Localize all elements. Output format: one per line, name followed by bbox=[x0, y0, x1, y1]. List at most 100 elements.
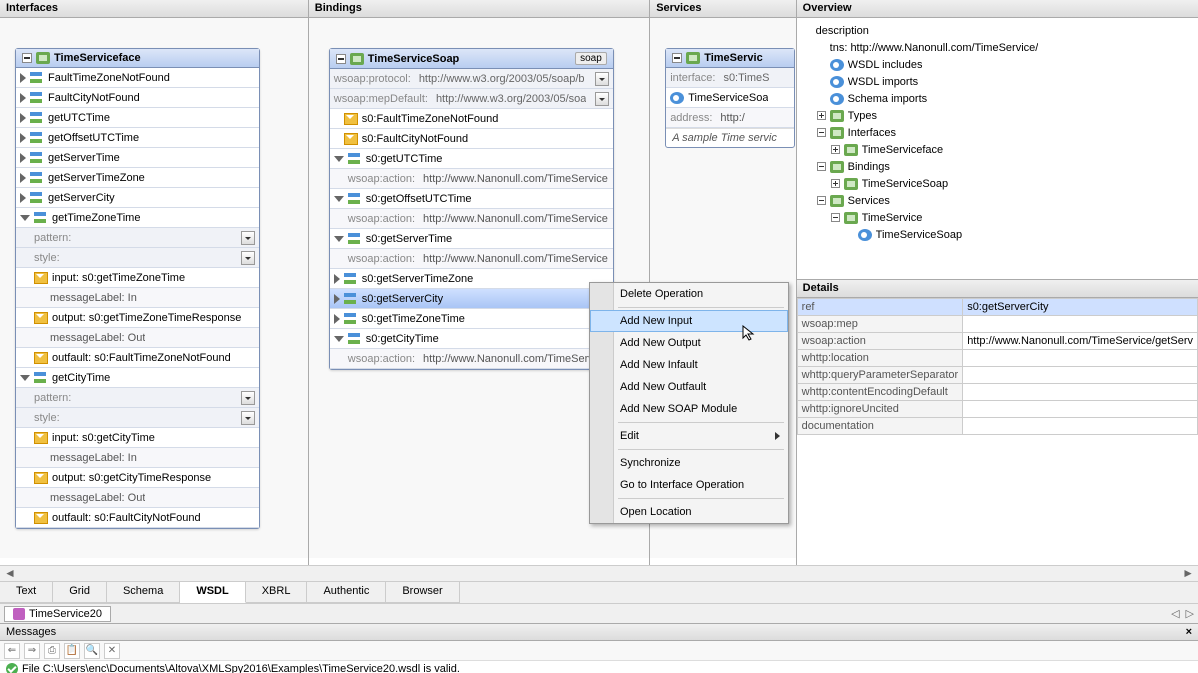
tool-button[interactable]: ⇐ bbox=[4, 643, 20, 659]
property-row[interactable]: style: bbox=[16, 248, 259, 268]
interface-operation-row[interactable]: getCityTime bbox=[16, 368, 259, 388]
details-value[interactable] bbox=[963, 316, 1198, 333]
interface-operation-row[interactable]: getServerTimeZone bbox=[16, 168, 259, 188]
tool-button[interactable]: ✕ bbox=[104, 643, 120, 659]
tree-row[interactable]: WSDL includes bbox=[803, 56, 1192, 73]
expand-icon[interactable] bbox=[20, 153, 26, 163]
interface-operation-row[interactable]: getServerCity bbox=[16, 188, 259, 208]
details-row[interactable]: whttp:ignoreUncited bbox=[797, 401, 1197, 418]
view-tab[interactable]: Authentic bbox=[307, 582, 386, 603]
details-row[interactable]: whttp:queryParameterSeparator bbox=[797, 367, 1197, 384]
menu-item[interactable]: Add New Infault bbox=[590, 354, 788, 376]
interface-operation-row[interactable]: FaultTimeZoneNotFound bbox=[16, 68, 259, 88]
details-value[interactable] bbox=[963, 350, 1198, 367]
expand-icon[interactable] bbox=[20, 73, 26, 83]
tree-toggle-icon[interactable] bbox=[831, 213, 840, 222]
details-row[interactable]: refs0:getServerCity bbox=[797, 299, 1197, 316]
expand-icon[interactable] bbox=[334, 274, 340, 284]
binding-operation-row[interactable]: s0:getCityTime bbox=[330, 329, 613, 349]
interface-operation-row[interactable]: getOffsetUTCTime bbox=[16, 128, 259, 148]
property-row[interactable]: pattern: bbox=[16, 388, 259, 408]
menu-item[interactable]: Synchronize bbox=[590, 452, 788, 474]
expand-icon[interactable] bbox=[20, 173, 26, 183]
expand-icon[interactable] bbox=[20, 375, 30, 381]
tool-button[interactable]: 📋 bbox=[64, 643, 80, 659]
binding-operation-row[interactable]: s0:getTimeZoneTime bbox=[330, 309, 613, 329]
view-tab[interactable]: XBRL bbox=[246, 582, 308, 603]
tree-row[interactable]: TimeService bbox=[803, 209, 1192, 226]
tree-toggle-icon[interactable] bbox=[817, 111, 826, 120]
tree-toggle-icon[interactable] bbox=[831, 179, 840, 188]
prev-tab-icon[interactable]: ◁ bbox=[1171, 607, 1179, 620]
dropdown-icon[interactable] bbox=[241, 231, 255, 245]
expand-icon[interactable] bbox=[334, 196, 344, 202]
binding-protocol-row[interactable]: wsoap:protocol: http://www.w3.org/2003/0… bbox=[330, 69, 613, 89]
view-tab[interactable]: Text bbox=[0, 582, 53, 603]
service-address-row[interactable]: address: http:/ bbox=[666, 108, 794, 128]
expand-icon[interactable] bbox=[334, 336, 344, 342]
collapse-icon[interactable] bbox=[672, 53, 682, 63]
expand-icon[interactable] bbox=[334, 314, 340, 324]
menu-item[interactable]: Add New Output bbox=[590, 332, 788, 354]
binding-operation-row[interactable]: s0:FaultTimeZoneNotFound bbox=[330, 109, 613, 129]
details-row[interactable]: whttp:location bbox=[797, 350, 1197, 367]
binding-operation-row[interactable]: s0:getServerTimeZone bbox=[330, 269, 613, 289]
property-row[interactable]: style: bbox=[16, 408, 259, 428]
tree-row[interactable]: Interfaces bbox=[803, 124, 1192, 141]
menu-item[interactable]: Edit bbox=[590, 425, 788, 447]
io-row[interactable]: output: s0:getCityTimeResponse bbox=[16, 468, 259, 488]
action-row[interactable]: wsoap:action:http://www.Nanonull.com/Tim… bbox=[330, 249, 613, 269]
details-value[interactable] bbox=[963, 367, 1198, 384]
view-tab[interactable]: Grid bbox=[53, 582, 107, 603]
action-row[interactable]: wsoap:action:http://www.Nanonull.com/Tim… bbox=[330, 169, 613, 189]
file-tab[interactable]: TimeService20 bbox=[4, 606, 111, 622]
dropdown-icon[interactable] bbox=[241, 251, 255, 265]
expand-icon[interactable] bbox=[20, 133, 26, 143]
dropdown-icon[interactable] bbox=[595, 72, 609, 86]
binding-operation-row[interactable]: s0:getUTCTime bbox=[330, 149, 613, 169]
tree-row[interactable]: TimeServiceface bbox=[803, 141, 1192, 158]
menu-item[interactable]: Delete Operation bbox=[590, 283, 788, 305]
menu-item[interactable]: Add New Input bbox=[590, 310, 788, 332]
tree-row[interactable]: TimeServiceSoap bbox=[803, 175, 1192, 192]
io-row[interactable]: input: s0:getCityTime bbox=[16, 428, 259, 448]
menu-item[interactable]: Add New Outfault bbox=[590, 376, 788, 398]
io-row[interactable]: outfault: s0:FaultCityNotFound bbox=[16, 508, 259, 528]
binding-operation-row[interactable]: s0:getOffsetUTCTime bbox=[330, 189, 613, 209]
interface-operation-row[interactable]: FaultCityNotFound bbox=[16, 88, 259, 108]
binding-node-title[interactable]: TimeServiceSoap soap bbox=[330, 49, 613, 69]
expand-icon[interactable] bbox=[334, 156, 344, 162]
tree-row[interactable]: description bbox=[803, 22, 1192, 39]
view-tab[interactable]: Browser bbox=[386, 582, 459, 603]
expand-icon[interactable] bbox=[20, 113, 26, 123]
tree-toggle-icon[interactable] bbox=[817, 128, 826, 137]
io-row[interactable]: output: s0:getTimeZoneTimeResponse bbox=[16, 308, 259, 328]
expand-icon[interactable] bbox=[20, 215, 30, 221]
dropdown-icon[interactable] bbox=[595, 92, 609, 106]
action-row[interactable]: wsoap:action:http://www.Nanonull.com/Tim… bbox=[330, 209, 613, 229]
binding-operation-row[interactable]: s0:FaultCityNotFound bbox=[330, 129, 613, 149]
property-row[interactable]: pattern: bbox=[16, 228, 259, 248]
details-value[interactable] bbox=[963, 401, 1198, 418]
tree-row[interactable]: tns: http://www.Nanonull.com/TimeService… bbox=[803, 39, 1192, 56]
service-endpoint-row[interactable]: TimeServiceSoa bbox=[666, 88, 794, 108]
tree-row[interactable]: Schema imports bbox=[803, 90, 1192, 107]
details-value[interactable]: s0:getServerCity bbox=[963, 299, 1198, 316]
details-row[interactable]: wsoap:mep bbox=[797, 316, 1197, 333]
service-node-title[interactable]: TimeServic bbox=[666, 49, 794, 68]
tree-row[interactable]: Bindings bbox=[803, 158, 1192, 175]
view-tab[interactable]: WSDL bbox=[180, 582, 245, 603]
tree-toggle-icon[interactable] bbox=[817, 196, 826, 205]
tree-row[interactable]: Types bbox=[803, 107, 1192, 124]
interface-node-title[interactable]: TimeServiceface bbox=[16, 49, 259, 68]
tree-row[interactable]: TimeServiceSoap bbox=[803, 226, 1192, 243]
menu-item[interactable]: Go to Interface Operation bbox=[590, 474, 788, 496]
details-row[interactable]: wsoap:actionhttp://www.Nanonull.com/Time… bbox=[797, 333, 1197, 350]
binding-mep-row[interactable]: wsoap:mepDefault: http://www.w3.org/2003… bbox=[330, 89, 613, 109]
close-icon[interactable]: × bbox=[1186, 626, 1192, 638]
service-interface-row[interactable]: interface: s0:TimeS bbox=[666, 68, 794, 88]
tree-toggle-icon[interactable] bbox=[817, 162, 826, 171]
details-value[interactable] bbox=[963, 418, 1198, 435]
details-value[interactable] bbox=[963, 384, 1198, 401]
expand-icon[interactable] bbox=[20, 93, 26, 103]
